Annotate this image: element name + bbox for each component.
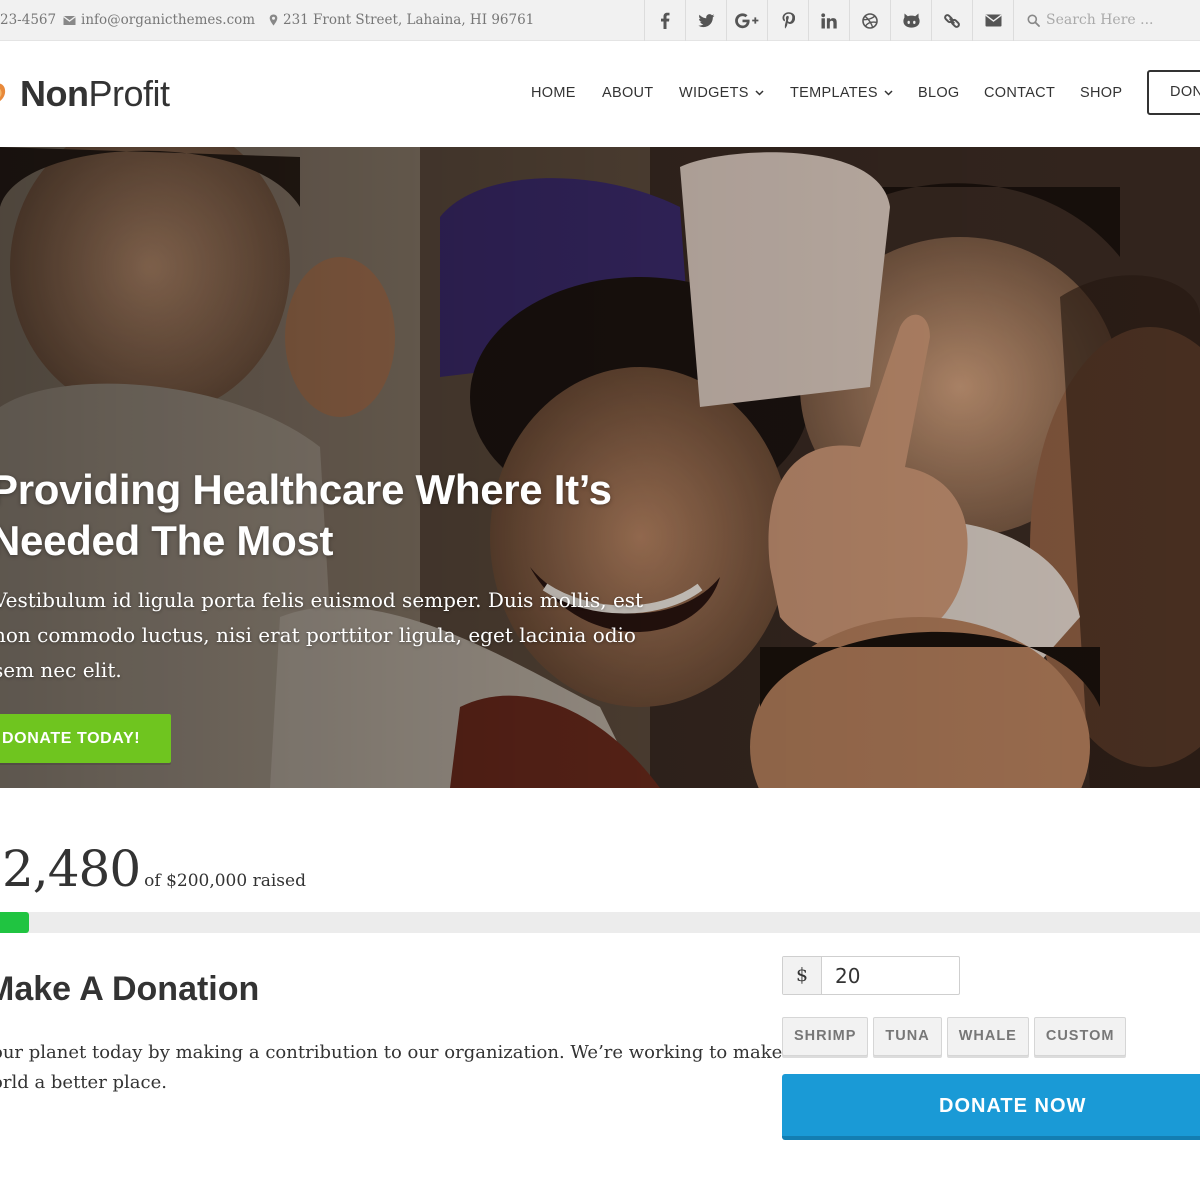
nav-shop[interactable]: SHOP: [1080, 83, 1122, 103]
linkedin-icon[interactable]: [808, 0, 849, 41]
currency-symbol: $: [783, 957, 822, 994]
donation-amount-field: $: [782, 956, 960, 995]
logo-text-bold: Non: [20, 73, 89, 114]
hero-text-line: sem nec elit.: [0, 658, 122, 682]
logo-text-light: Profit: [88, 73, 170, 114]
raised-amount: 2,480: [2, 840, 141, 898]
search-input[interactable]: [1046, 8, 1196, 32]
address-text: 231 Front Street, Lahaina, HI 96761: [283, 12, 535, 28]
dribbble-icon[interactable]: [849, 0, 890, 41]
logo-heart-icon: [0, 83, 6, 102]
search-icon: [1027, 14, 1040, 27]
nav-blog[interactable]: BLOG: [918, 83, 960, 103]
pinterest-icon[interactable]: [767, 0, 808, 41]
nav-widgets-label: WIDGETS: [679, 85, 749, 101]
level-shrimp-button[interactable]: SHRIMP: [782, 1017, 869, 1056]
progress-fill: [0, 912, 29, 933]
email-contact[interactable]: info@organicthemes.com: [63, 0, 255, 41]
donation-text-line: our planet today by making a contributio…: [0, 1042, 783, 1063]
address-contact: 231 Front Street, Lahaina, HI 96761: [269, 0, 534, 41]
facebook-icon[interactable]: [644, 0, 685, 41]
link-icon[interactable]: [931, 0, 972, 41]
github-icon[interactable]: [890, 0, 931, 41]
donation-text-line: orld a better place.: [0, 1072, 167, 1093]
donation-levels: SHRIMP TUNA WHALE CUSTOM: [782, 1017, 1127, 1056]
hero-text-line: Vestibulum id ligula porta felis euismod…: [0, 588, 644, 612]
nav-home[interactable]: HOME: [531, 83, 576, 103]
envelope-small-icon: [63, 15, 76, 25]
nav-contact[interactable]: CONTACT: [984, 83, 1055, 103]
goal-text: of $200,000 raised: [144, 871, 306, 891]
nav-templates-label: TEMPLATES: [790, 85, 878, 101]
chevron-down-icon: [884, 90, 893, 96]
phone-number: 23-4567: [0, 12, 57, 28]
search-box: [1013, 0, 1200, 41]
raised-summary: 2,480 of $200,000 raised: [2, 840, 306, 898]
hero-section: Providing Healthcare Where It’s Needed T…: [0, 147, 1200, 788]
hero-text-line: non commodo luctus, nisi erat porttitor …: [0, 623, 636, 647]
envelope-icon[interactable]: [972, 0, 1013, 41]
nav-about[interactable]: ABOUT: [602, 83, 653, 103]
nav-donate-button[interactable]: DON: [1147, 70, 1200, 115]
amount-input[interactable]: [823, 957, 957, 994]
social-links: [644, 0, 1013, 41]
donate-now-button[interactable]: DONATE NOW: [782, 1074, 1200, 1140]
level-custom-button[interactable]: CUSTOM: [1033, 1017, 1127, 1056]
google-plus-icon[interactable]: [726, 0, 767, 41]
hero-title: Providing Healthcare Where It’s Needed T…: [0, 464, 690, 566]
hero-title-line: Providing Healthcare Where It’s: [0, 466, 612, 513]
donate-today-button[interactable]: DONATE TODAY!: [0, 714, 171, 763]
donation-title: Make A Donation: [0, 970, 260, 1008]
email-text: info@organicthemes.com: [81, 12, 256, 28]
nav-widgets[interactable]: WIDGETS: [679, 83, 764, 103]
map-pin-icon: [269, 14, 278, 26]
twitter-icon[interactable]: [685, 0, 726, 41]
hero-description: Vestibulum id ligula porta felis euismod…: [0, 583, 673, 688]
level-tuna-button[interactable]: TUNA: [873, 1017, 942, 1056]
logo-text: NonProfit: [20, 72, 170, 116]
nav-templates[interactable]: TEMPLATES: [790, 83, 893, 103]
level-whale-button[interactable]: WHALE: [946, 1017, 1029, 1056]
chevron-down-icon: [755, 90, 764, 96]
top-bar: 23-4567 info@organicthemes.com 231 Front…: [0, 0, 1200, 41]
hero-title-line: Needed The Most: [0, 517, 334, 564]
progress-track: [0, 912, 1200, 933]
donation-description: our planet today by making a contributio…: [0, 1038, 783, 1098]
